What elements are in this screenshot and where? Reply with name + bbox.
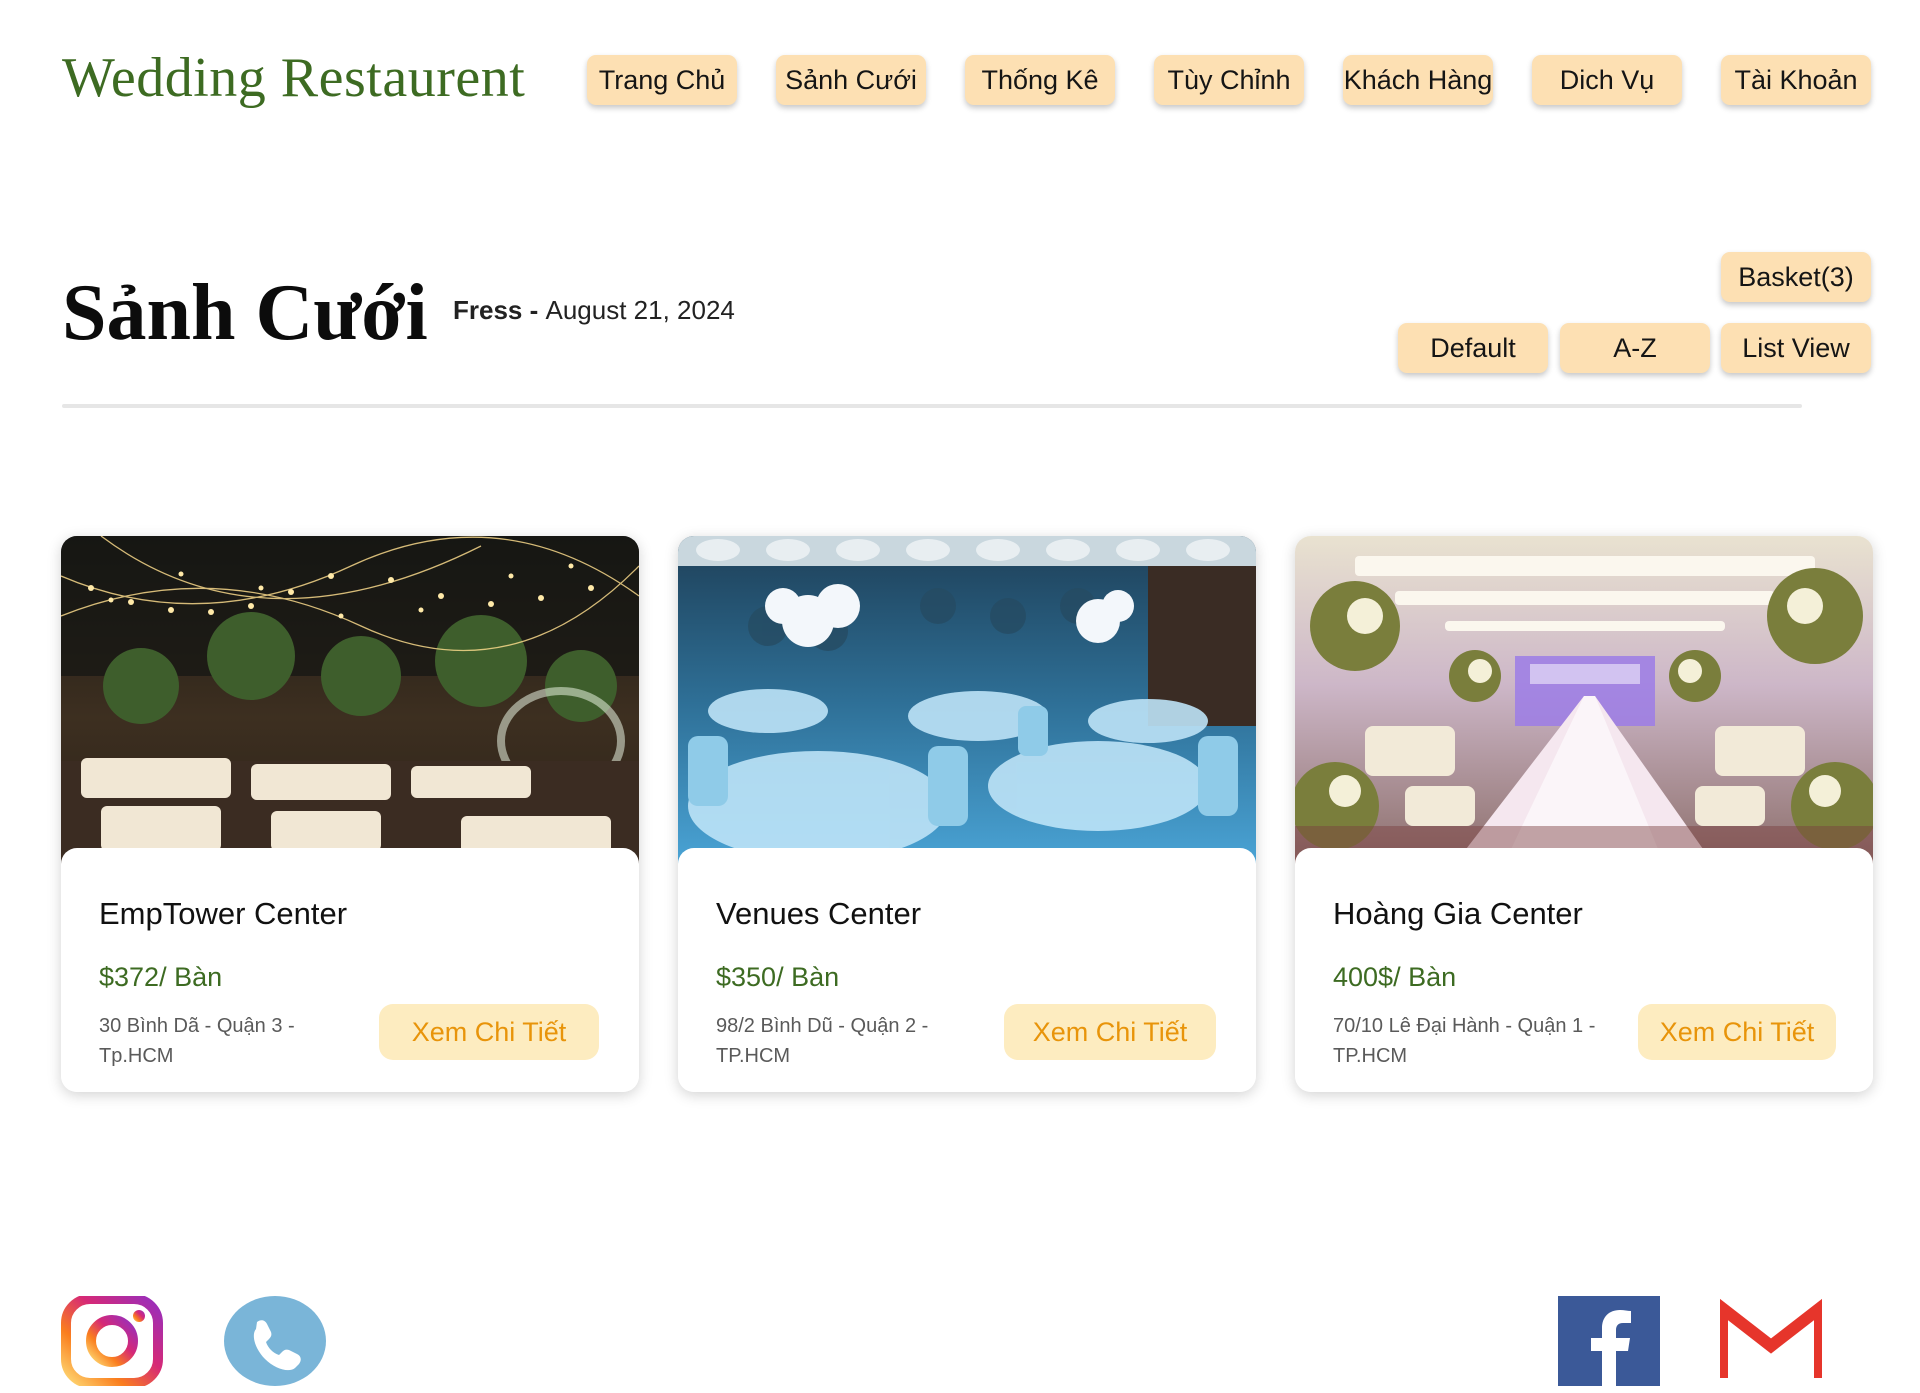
venue-card: Venues Center $350/ Bàn 98/2 Bình Dũ - Q… (678, 536, 1256, 1092)
view-details-button[interactable]: Xem Chi Tiết (1638, 1004, 1836, 1060)
venue-address: 70/10 Lê Đại Hành - Quận 1 - TP.HCM (1333, 1015, 1596, 1067)
list-view-button[interactable]: List View (1721, 323, 1871, 373)
venue-price: $350/ Bàn (716, 962, 840, 992)
basket-button[interactable]: Basket(3) (1721, 252, 1871, 302)
venue-photo-royal-hall[interactable] (1295, 536, 1873, 866)
author-name: Fress (453, 295, 523, 325)
page-title: Sảnh Cưới (62, 269, 428, 357)
post-meta: Fress - August 21, 2024 (453, 295, 735, 326)
venue-photo-garden[interactable] (61, 536, 639, 866)
nav-trang-chu[interactable]: Trang Chủ (587, 55, 737, 105)
nav-sanh-cuoi[interactable]: Sảnh Cưới (776, 55, 926, 105)
nav-tuy-chinh[interactable]: Tùy Chỉnh (1154, 55, 1304, 105)
venue-address: 30 Bình Dã - Quận 3 - Tp.HCM (99, 1015, 295, 1067)
venue-price: $372/ Bàn (99, 962, 223, 992)
post-date: August 21, 2024 (545, 295, 735, 325)
instagram-icon[interactable] (61, 1296, 163, 1386)
gmail-icon[interactable] (1720, 1296, 1822, 1386)
view-details-button[interactable]: Xem Chi Tiết (379, 1004, 599, 1060)
meta-separator: - (522, 295, 546, 325)
sort-default-button[interactable]: Default (1398, 323, 1548, 373)
venue-card-body: Venues Center $350/ Bàn 98/2 Bình Dũ - Q… (678, 848, 1256, 1092)
brand-logo[interactable]: Wedding Restaurent (62, 46, 525, 110)
venue-photo-blue-hall[interactable] (678, 536, 1256, 866)
venue-address: 98/2 Bình Dũ - Quận 2 - TP.HCM (716, 1015, 929, 1067)
nav-dich-vu[interactable]: Dich Vụ (1532, 55, 1682, 105)
nav-khach-hang[interactable]: Khách Hàng (1343, 55, 1493, 105)
view-details-button[interactable]: Xem Chi Tiết (1004, 1004, 1216, 1060)
phone-icon[interactable] (224, 1296, 326, 1386)
venue-name: Hoàng Gia Center (1333, 896, 1583, 931)
facebook-icon[interactable] (1558, 1296, 1660, 1386)
venue-card-body: EmpTower Center $372/ Bàn 30 Bình Dã - Q… (61, 848, 639, 1092)
nav-thong-ke[interactable]: Thống Kê (965, 55, 1115, 105)
venue-card: EmpTower Center $372/ Bàn 30 Bình Dã - Q… (61, 536, 639, 1092)
venue-price: 400$/ Bàn (1333, 962, 1457, 992)
nav-tai-khoan[interactable]: Tài Khoản (1721, 55, 1871, 105)
sort-az-button[interactable]: A-Z (1560, 323, 1710, 373)
venue-card-body: Hoàng Gia Center 400$/ Bàn 70/10 Lê Đại … (1295, 848, 1873, 1092)
venue-card: Hoàng Gia Center 400$/ Bàn 70/10 Lê Đại … (1295, 536, 1873, 1092)
venue-name: EmpTower Center (99, 896, 348, 931)
header-divider (62, 404, 1802, 408)
venue-name: Venues Center (716, 896, 922, 931)
main-nav: Trang Chủ Sảnh Cưới Thống Kê Tùy Chỉnh K… (587, 55, 1871, 105)
